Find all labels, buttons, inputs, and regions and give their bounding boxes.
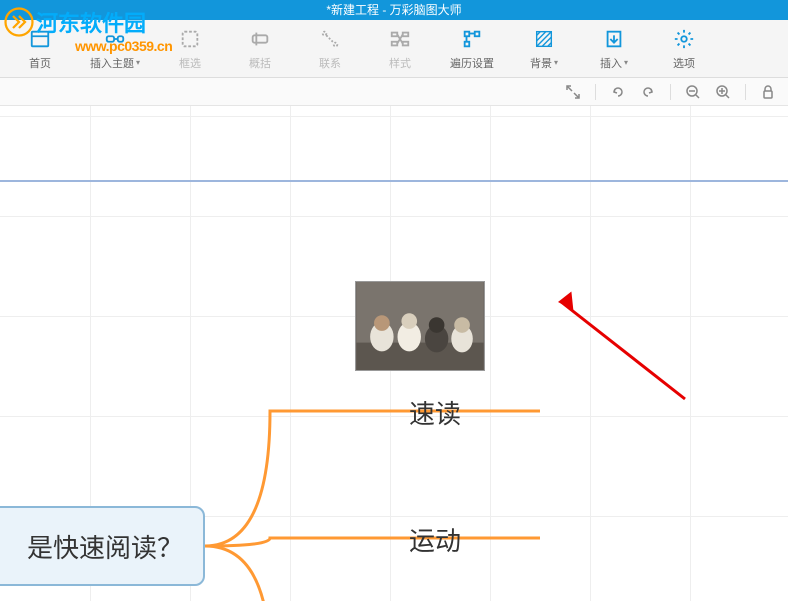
tool-label: 背景▾ <box>530 55 558 71</box>
separator <box>745 84 746 100</box>
tool-label: 首页 <box>29 55 51 71</box>
mindmap-canvas[interactable]: 是快速阅读？ 速读 运动 眼球运动 <box>0 106 788 601</box>
frame-icon <box>178 27 202 51</box>
tool-label: 样式 <box>389 55 411 71</box>
watermark-text: 河东软件园 <box>36 6 146 38</box>
mindmap-root-node[interactable]: 是快速阅读？ <box>0 506 205 586</box>
mindmap-child-node[interactable]: 速读 <box>355 394 515 431</box>
tool-label: 插入▾ <box>600 55 628 71</box>
relation-button[interactable]: 联系 <box>310 27 350 71</box>
traverse-settings-button[interactable]: 遍历设置 <box>450 27 494 71</box>
mindmap-child-node[interactable]: 运动 <box>355 521 515 558</box>
inserted-image[interactable] <box>355 281 485 371</box>
background-icon <box>532 27 556 51</box>
summary-button[interactable]: 概括 <box>240 27 280 71</box>
chevron-down-icon: ▾ <box>554 58 558 67</box>
sub-toolbar <box>0 78 788 106</box>
traverse-icon <box>460 27 484 51</box>
child-node-text: 运动 <box>409 526 461 556</box>
logo-icon <box>4 7 34 37</box>
separator <box>670 84 671 100</box>
redo-icon[interactable] <box>640 84 656 100</box>
tool-label: 遍历设置 <box>450 55 494 71</box>
relation-icon <box>318 27 342 51</box>
undo-icon[interactable] <box>610 84 626 100</box>
options-button[interactable]: 选项 <box>664 27 704 71</box>
insert-icon <box>602 27 626 51</box>
frame-select-button[interactable]: 框选 <box>170 27 210 71</box>
fit-screen-icon[interactable] <box>565 84 581 100</box>
watermark-url: www.pc0359.cn <box>75 38 172 54</box>
background-button[interactable]: 背景▾ <box>524 27 564 71</box>
root-node-text: 是快速阅读？ <box>27 528 183 565</box>
tool-label: 概括 <box>249 55 271 71</box>
tool-label: 联系 <box>319 55 341 71</box>
tool-label: 选项 <box>673 55 695 71</box>
summary-icon <box>248 27 272 51</box>
chevron-down-icon: ▾ <box>624 58 628 67</box>
tool-label: 框选 <box>179 55 201 71</box>
zoom-out-icon[interactable] <box>685 84 701 100</box>
separator <box>595 84 596 100</box>
style-icon <box>388 27 412 51</box>
lock-icon[interactable] <box>760 84 776 100</box>
style-button[interactable]: 样式 <box>380 27 420 71</box>
tool-label: 插入主题▾ <box>90 55 140 71</box>
zoom-in-icon[interactable] <box>715 84 731 100</box>
chevron-down-icon: ▾ <box>136 58 140 67</box>
child-node-text: 速读 <box>409 399 461 429</box>
gear-icon <box>672 27 696 51</box>
insert-button[interactable]: 插入▾ <box>594 27 634 71</box>
